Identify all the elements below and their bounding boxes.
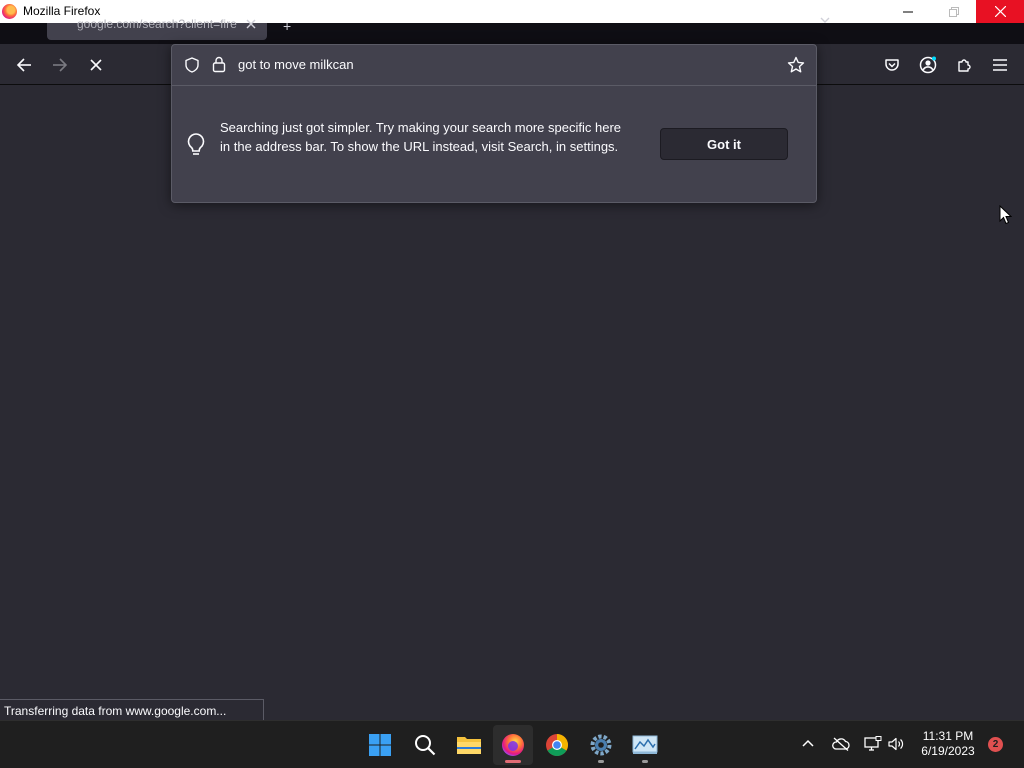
settings-taskbar-button[interactable] xyxy=(581,725,621,765)
close-window-button[interactable] xyxy=(976,0,1024,23)
clock[interactable]: 11:31 PM 6/19/2023 xyxy=(916,729,980,759)
notification-badge[interactable]: 2 xyxy=(988,737,1003,752)
arrow-left-icon xyxy=(16,57,31,72)
restore-icon xyxy=(949,6,959,17)
account-icon xyxy=(919,56,937,73)
folder-icon xyxy=(457,737,481,754)
star-icon[interactable] xyxy=(787,56,805,74)
network-icon[interactable] xyxy=(864,736,882,752)
search-tip-text: Searching just got simpler. Try making y… xyxy=(220,120,622,154)
search-icon xyxy=(415,735,436,756)
arrow-right-icon xyxy=(53,57,68,72)
close-icon xyxy=(994,6,1006,17)
mouse-cursor-icon xyxy=(999,205,1012,225)
lock-icon[interactable] xyxy=(212,56,226,73)
new-tab-button[interactable]: + xyxy=(283,18,291,34)
hamburger-icon xyxy=(993,58,1007,71)
maximize-button[interactable] xyxy=(931,0,977,23)
window-title: Mozilla Firefox xyxy=(23,4,101,18)
close-icon xyxy=(90,58,102,71)
address-bar[interactable]: got to move milkcan xyxy=(172,45,816,85)
stop-button[interactable] xyxy=(78,44,114,85)
windows-icon xyxy=(369,734,391,756)
clock-time: 11:31 PM xyxy=(922,729,974,743)
firefox-logo-icon xyxy=(2,4,17,19)
search-button[interactable] xyxy=(405,725,445,765)
volume-icon[interactable] xyxy=(888,737,904,751)
extensions-button[interactable] xyxy=(946,44,982,85)
firefox-taskbar-button[interactable] xyxy=(493,725,533,765)
status-panel: Transferring data from www.google.com... xyxy=(0,699,264,720)
start-button[interactable] xyxy=(360,725,400,765)
running-app-indicator xyxy=(642,760,648,763)
lightbulb-icon xyxy=(187,133,205,155)
monitor-taskbar-button[interactable] xyxy=(625,725,665,765)
urlbar-popup: got to move milkcan Searching just got s… xyxy=(171,44,817,203)
chrome-taskbar-button[interactable] xyxy=(537,725,577,765)
back-button[interactable] xyxy=(6,44,42,85)
pocket-button[interactable] xyxy=(874,44,910,85)
running-app-indicator xyxy=(598,760,604,763)
account-button[interactable] xyxy=(910,44,946,85)
active-app-indicator xyxy=(505,760,521,763)
minimize-icon xyxy=(903,11,913,12)
tab-google-search[interactable]: google.com/search?client=fire xyxy=(47,17,267,40)
chevron-down-icon[interactable] xyxy=(820,17,830,23)
onedrive-offline-icon[interactable] xyxy=(832,737,850,751)
app-menu-button[interactable] xyxy=(982,44,1018,85)
chrome-icon xyxy=(546,734,568,756)
gear-icon xyxy=(590,734,612,756)
chevron-up-icon[interactable] xyxy=(802,739,814,747)
forward-button[interactable] xyxy=(42,44,78,85)
shield-icon[interactable] xyxy=(184,57,200,73)
tab-close-icon[interactable] xyxy=(246,19,256,29)
clock-date: 6/19/2023 xyxy=(921,744,975,758)
monitor-app-icon xyxy=(632,735,658,754)
puzzle-icon xyxy=(958,58,971,72)
minimize-button[interactable] xyxy=(885,0,931,23)
taskbar: 11:31 PM 6/19/2023 2 xyxy=(0,720,1024,768)
file-explorer-button[interactable] xyxy=(449,725,489,765)
pocket-icon xyxy=(885,58,899,71)
search-tip: Searching just got simpler. Try making y… xyxy=(172,86,816,203)
firefox-icon xyxy=(502,734,524,756)
tab-label: google.com/search?client=fire xyxy=(77,17,237,31)
address-bar-text[interactable]: got to move milkcan xyxy=(238,57,354,72)
got-it-button[interactable]: Got it xyxy=(660,128,788,160)
